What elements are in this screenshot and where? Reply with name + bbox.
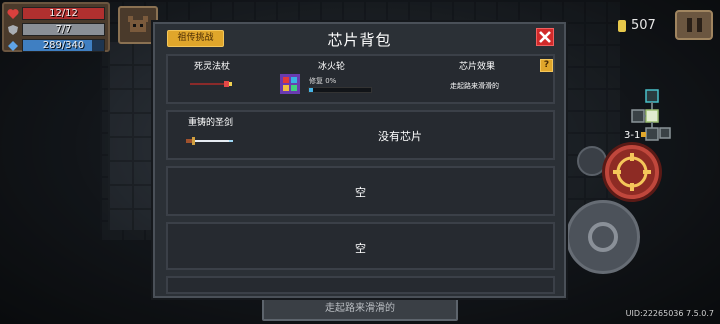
level-indicator: 3-1 xyxy=(624,130,641,141)
modal-title: 芯片背包 xyxy=(327,31,392,49)
hp-value: 12/12 xyxy=(49,8,78,19)
repair-progress-fill xyxy=(309,88,313,92)
chip-slot-4[interactable]: 空 xyxy=(166,222,555,270)
pet-icon xyxy=(128,16,148,32)
pause-icon xyxy=(686,18,692,32)
item-hint-bar: 走起路来滑滑的 xyxy=(262,297,458,321)
close-button[interactable] xyxy=(536,28,554,46)
chip-backpack-modal: 祖传挑战 芯片背包 死灵法杖 冰火轮 修复 0% 芯片效果 走起路来滑滑的 ? … xyxy=(153,22,566,298)
weapon-swap-button[interactable] xyxy=(577,146,607,176)
energy-row: 289/340 xyxy=(7,38,105,53)
chip-slot-2[interactable]: 重铸的圣剑 没有芯片 xyxy=(166,110,555,160)
empty-slot-label: 空 xyxy=(355,242,366,255)
armor-bar: 7/7 xyxy=(22,23,105,36)
fire-ice-wheel-icon xyxy=(280,74,300,94)
repair-label: 修复 0% xyxy=(309,77,337,85)
hp-bar: 12/12 xyxy=(22,7,105,20)
shield-icon xyxy=(8,24,18,35)
energy-bar: 289/340 xyxy=(22,39,105,52)
uid-label: UID:22265036 7.5.0.7 xyxy=(625,309,714,318)
coin-value: 507 xyxy=(631,18,656,33)
no-chip-label: 没有芯片 xyxy=(378,130,422,143)
chip-slot-1[interactable]: 死灵法杖 冰火轮 修复 0% 芯片效果 走起路来滑滑的 ? xyxy=(166,54,555,104)
weapon-name: 重铸的圣剑 xyxy=(188,118,234,128)
armor-row: 7/7 xyxy=(7,22,105,37)
energy-gem-icon xyxy=(8,40,18,51)
heart-icon xyxy=(7,8,19,19)
coin-icon xyxy=(618,19,626,32)
close-icon xyxy=(539,31,551,43)
movement-joystick[interactable] xyxy=(566,200,640,274)
modal-header: 祖传挑战 芯片背包 xyxy=(155,24,564,54)
weapon-name: 死灵法杖 xyxy=(194,62,231,72)
help-icon[interactable]: ? xyxy=(540,59,553,72)
joystick-knob[interactable] xyxy=(588,222,618,252)
chip-slot-5[interactable] xyxy=(166,276,555,294)
chip-effect-text: 走起路来滑滑的 xyxy=(450,82,499,90)
pause-button[interactable] xyxy=(675,10,713,40)
chip-effect-header: 芯片效果 xyxy=(459,62,496,72)
hp-row: 12/12 xyxy=(7,6,105,21)
pause-icon xyxy=(696,18,702,32)
crosshair-icon xyxy=(613,153,651,191)
energy-value: 289/340 xyxy=(42,40,85,51)
recast-holy-sword-icon xyxy=(186,137,233,145)
coin-counter: 507 xyxy=(618,18,656,33)
armor-value: 7/7 xyxy=(55,24,72,35)
chip-slot-3[interactable]: 空 xyxy=(166,166,555,216)
chip-name: 冰火轮 xyxy=(318,62,346,72)
empty-slot-label: 空 xyxy=(355,186,366,199)
attack-button[interactable] xyxy=(605,145,659,199)
player-stats-panel: 12/12 7/7 289/340 xyxy=(2,2,110,52)
pet-portrait-button[interactable] xyxy=(118,6,158,44)
repair-progress-bar xyxy=(308,87,372,93)
necro-staff-icon xyxy=(190,81,232,87)
